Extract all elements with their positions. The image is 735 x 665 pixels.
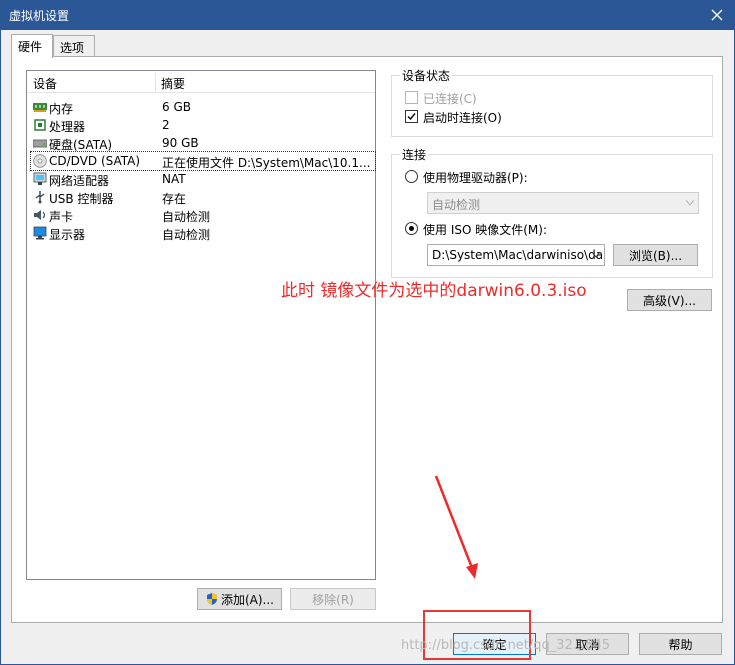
add-device-button[interactable]: 添加(A)... [197,588,282,610]
watermark: http://blog.csdn.net/qq_32...845 [401,638,611,653]
device-name: 处理器 [49,120,86,134]
connect-on-startup-checkbox[interactable] [405,110,418,123]
tab-options[interactable]: 选项 [53,35,95,57]
device-summary: 自动检测 [162,210,211,224]
harddisk-icon [33,139,47,148]
close-button[interactable] [704,4,730,26]
device-summary: 2 [162,118,170,132]
iso-file-radio[interactable] [405,222,418,235]
tab-hardware-label: 硬件 [18,40,43,54]
add-device-label: 添加(A)... [220,592,275,607]
device-name: 网络适配器 [49,174,110,188]
column-device[interactable]: 设备 [33,75,57,92]
physical-drive-label: 使用物理驱动器(P): [423,171,528,185]
column-separator [155,73,156,91]
advanced-label: 高级(V)... [642,293,697,308]
device-name: 显示器 [49,228,86,242]
device-summary: NAT [162,172,186,186]
cd-icon [33,154,47,168]
connection-group: 连接 使用物理驱动器(P): 自动检测 使用 ISO 映像文件(M): D:\S… [391,146,713,278]
remove-device-label: 移除(R) [312,592,354,607]
help-label: 帮助 [668,637,693,652]
help-button[interactable]: 帮助 [639,633,722,655]
connection-title: 连接 [400,146,429,163]
device-row-memory[interactable]: 内存 6 GB [31,98,375,116]
device-row-usb[interactable]: USB 控制器 存在 [31,188,375,206]
advanced-button[interactable]: 高级(V)... [627,289,712,311]
device-row-sound[interactable]: 声卡 自动检测 [31,206,375,224]
annotation-arrow [434,475,478,579]
device-summary: 存在 [162,192,187,206]
tab-options-label: 选项 [60,41,85,55]
monitor-icon [33,226,47,240]
remove-device-button[interactable]: 移除(R) [290,588,376,610]
memory-icon [33,103,47,112]
device-summary: 90 GB [162,136,199,150]
iso-path-value: D:\System\Mac\darwiniso\da [432,248,604,262]
connected-checkbox[interactable] [405,91,418,104]
browse-label: 浏览(B)... [628,248,683,263]
column-summary[interactable]: 摘要 [161,75,185,92]
connected-label: 已连接(C) [423,92,477,106]
device-list[interactable]: 设备 摘要 内存 6 GB 处理器 2 硬盘(SATA) 90 GB CD/DV… [26,70,376,580]
cpu-icon [34,119,46,131]
close-icon [711,9,723,21]
device-summary: 自动检测 [162,228,211,242]
device-summary: 正在使用文件 D:\System\Mac\10.1... [162,156,371,170]
chevron-down-icon [686,200,694,206]
iso-file-label: 使用 ISO 映像文件(M): [423,223,547,237]
hardware-panel: 设备 摘要 内存 6 GB 处理器 2 硬盘(SATA) 90 GB CD/DV… [11,56,723,623]
uac-shield-icon [206,593,217,605]
iso-path-combo[interactable]: D:\System\Mac\darwiniso\da [427,244,605,266]
network-icon [33,172,47,185]
physical-drive-radio[interactable] [405,170,418,183]
window-title: 虚拟机设置 [9,9,70,23]
vm-settings-window: 虚拟机设置 硬件 选项 设备 摘要 内存 6 GB 处理器 2 硬盘(SATA)… [0,0,735,665]
device-row-processor[interactable]: 处理器 2 [31,116,375,134]
device-name: USB 控制器 [49,192,114,206]
device-summary: 6 GB [162,100,191,114]
annotation-text: 此时 镜像文件为选中的darwin6.0.3.iso [281,281,587,301]
device-status-title: 设备状态 [400,67,453,84]
connect-on-startup-label: 启动时连接(O) [423,111,502,125]
physical-drive-select[interactable]: 自动检测 [427,192,699,214]
device-name: 硬盘(SATA) [49,138,113,152]
device-list-header: 设备 摘要 [27,71,375,93]
device-row-cddvd[interactable]: CD/DVD (SATA) 正在使用文件 D:\System\Mac\10.1.… [30,151,376,171]
device-status-group: 设备状态 已连接(C) 启动时连接(O) [391,67,713,137]
device-name: CD/DVD (SATA) [49,154,141,168]
physical-drive-value: 自动检测 [432,198,481,212]
device-row-display[interactable]: 显示器 自动检测 [31,224,375,242]
device-name: 内存 [49,102,74,116]
speaker-icon [34,210,46,220]
title-bar[interactable]: 虚拟机设置 [1,1,734,30]
device-row-harddisk[interactable]: 硬盘(SATA) 90 GB [31,134,375,152]
usb-icon [35,191,45,204]
device-row-network[interactable]: 网络适配器 NAT [31,170,375,188]
checkmark-icon [407,113,416,121]
chevron-down-icon [592,252,600,258]
tab-hardware[interactable]: 硬件 [11,34,53,58]
device-name: 声卡 [49,210,74,224]
browse-button[interactable]: 浏览(B)... [613,244,698,266]
